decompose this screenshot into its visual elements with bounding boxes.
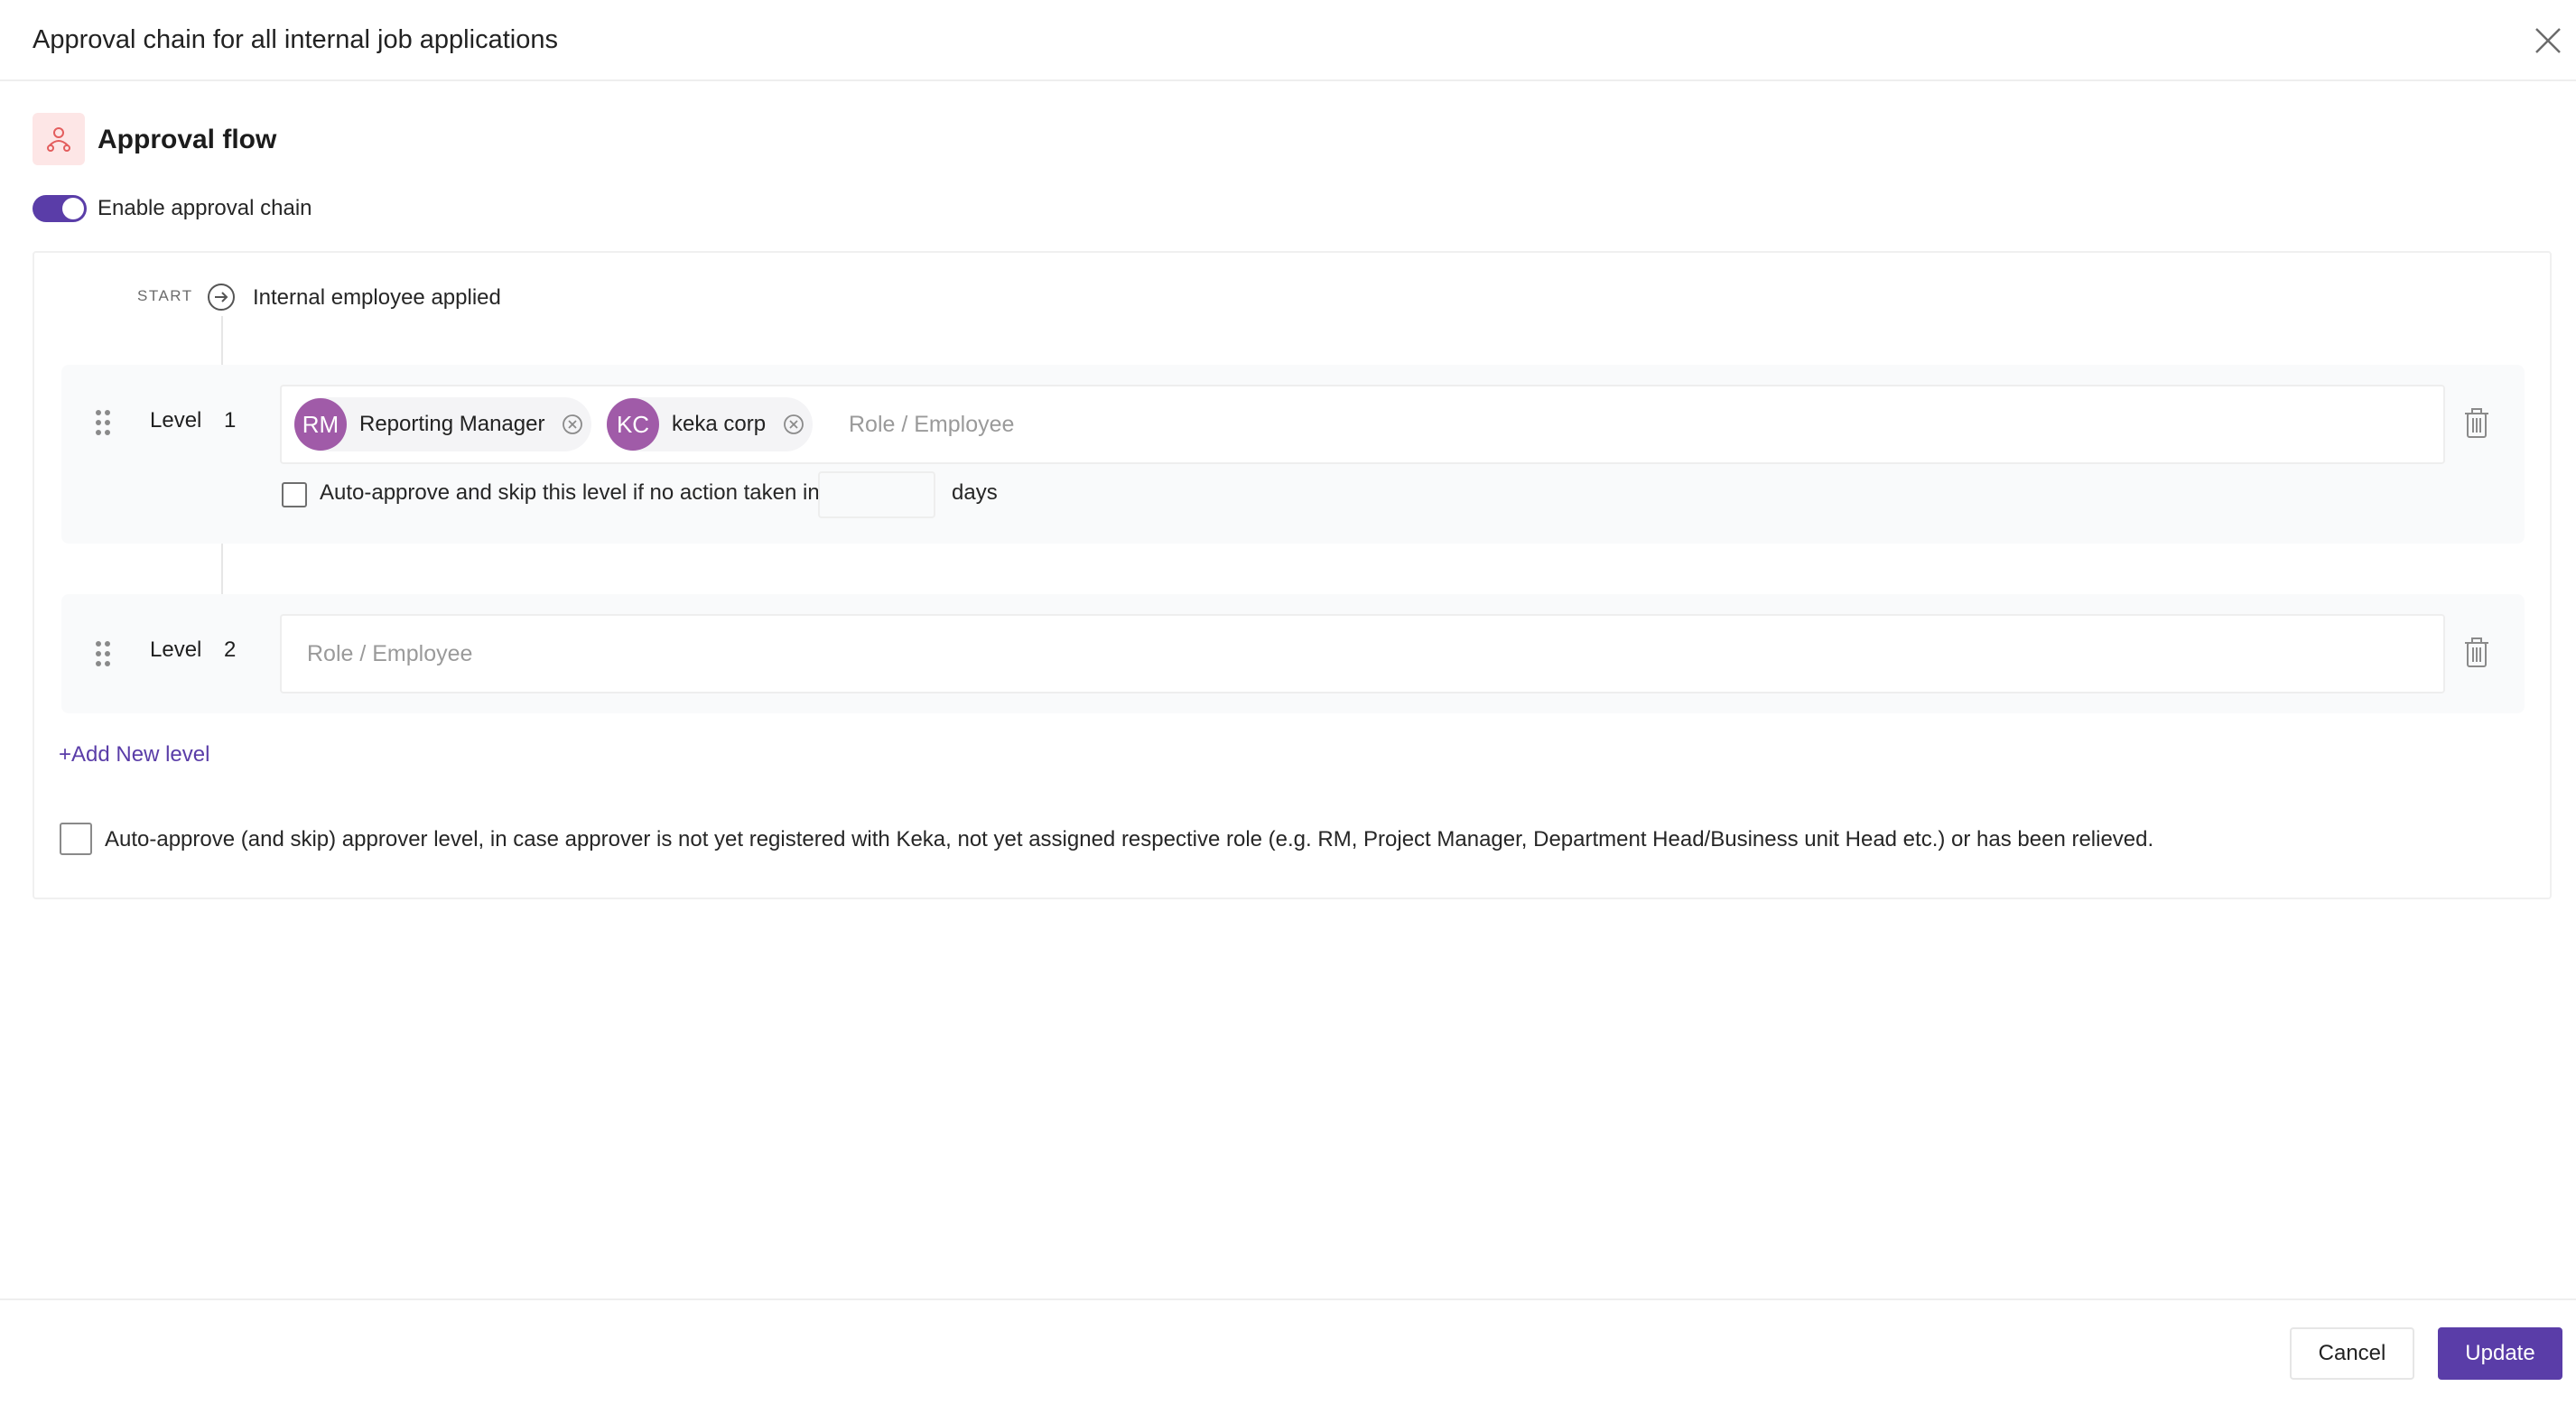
trash-icon[interactable]: [2463, 408, 2490, 439]
arrow-right-circle-icon: [208, 284, 235, 311]
days-label: days: [952, 480, 998, 505]
enable-approval-chain-toggle[interactable]: [33, 195, 87, 222]
remove-circle-icon[interactable]: [561, 413, 584, 436]
approver-chip-keka-corp: KC keka corp: [607, 397, 814, 451]
flow-connector: [221, 316, 223, 365]
modal-header: Approval chain for all internal job appl…: [0, 0, 2576, 81]
auto-skip-unregistered-label: Auto-approve (and skip) approver level, …: [105, 827, 2154, 851]
add-new-level-link[interactable]: +Add New level: [59, 742, 209, 768]
days-input[interactable]: [818, 471, 935, 518]
drag-handle-icon[interactable]: [94, 639, 112, 668]
level-number: 2: [224, 637, 237, 662]
level-label: Level: [150, 637, 202, 662]
modal-footer: Cancel Update: [0, 1298, 2576, 1405]
section-title: Approval flow: [98, 125, 277, 154]
person-flow-icon: [33, 113, 85, 165]
start-label: START: [137, 287, 193, 304]
flow-connector: [221, 544, 223, 594]
auto-approve-level-checkbox[interactable]: [282, 482, 307, 507]
approval-flow-card: [33, 251, 2552, 899]
level-row-1: Level 1 RM Reporting Manager KC keka cor…: [61, 365, 2525, 544]
level-row-2: Level 2: [61, 594, 2525, 713]
toggle-knob: [62, 198, 84, 219]
modal-title: Approval chain for all internal job appl…: [33, 25, 558, 54]
auto-skip-unregistered-checkbox[interactable]: [60, 823, 92, 855]
level-label: Level: [150, 408, 202, 433]
toggle-label: Enable approval chain: [98, 196, 312, 220]
update-button[interactable]: Update: [2438, 1327, 2562, 1380]
role-employee-input[interactable]: [305, 637, 1389, 670]
auto-approve-level-label: Auto-approve and skip this level if no a…: [320, 480, 820, 505]
approver-select[interactable]: RM Reporting Manager KC keka corp: [280, 385, 2445, 464]
approver-select[interactable]: [280, 614, 2445, 693]
start-trigger-text: Internal employee applied: [253, 285, 501, 310]
approver-chip-reporting-manager: RM Reporting Manager: [294, 397, 592, 451]
trash-icon[interactable]: [2463, 637, 2490, 668]
avatar: KC: [607, 398, 659, 451]
role-employee-input[interactable]: [847, 408, 1750, 441]
close-icon[interactable]: [2533, 25, 2563, 56]
level-number: 1: [224, 408, 237, 433]
drag-handle-icon[interactable]: [94, 408, 112, 437]
cancel-button[interactable]: Cancel: [2290, 1327, 2414, 1380]
approver-name: Reporting Manager: [359, 412, 545, 436]
remove-circle-icon[interactable]: [782, 413, 805, 436]
approver-name: keka corp: [672, 412, 767, 436]
avatar: RM: [294, 398, 347, 451]
